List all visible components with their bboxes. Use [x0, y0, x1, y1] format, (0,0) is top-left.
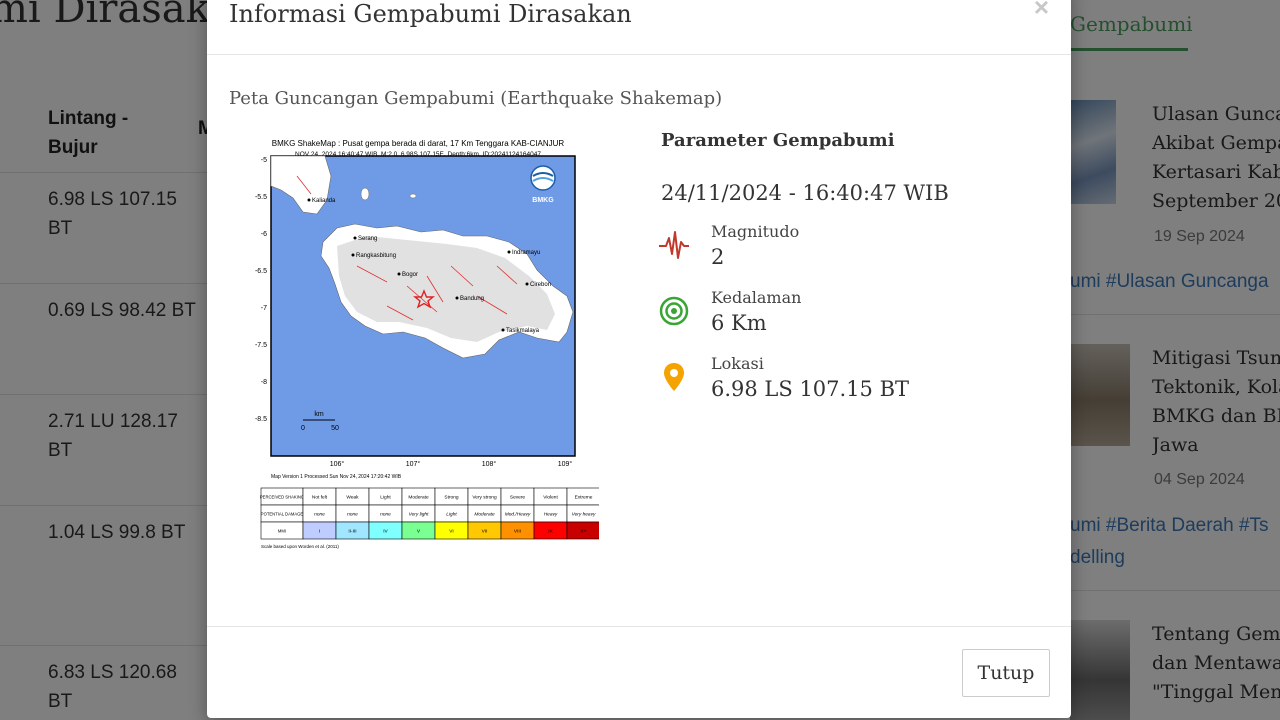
- city-label: Kalianda: [312, 198, 336, 204]
- legend-cell-text: Moderate: [408, 495, 429, 501]
- city-label: Tasikmalaya: [506, 328, 540, 334]
- scale-label: km: [314, 411, 324, 418]
- modal-title: Informasi Gempabumi Dirasakan: [229, 0, 632, 28]
- shakemap-caption-1: BMKG ShakeMap : Pusat gempa berada di da…: [272, 139, 565, 148]
- seismograph-icon: [659, 231, 689, 259]
- lon-tick: 108°: [482, 460, 497, 468]
- city-dot: [397, 272, 401, 276]
- legend-cell-text: none: [347, 513, 358, 518]
- city-dot: [351, 253, 355, 257]
- city-label: Rangkasbitung: [356, 253, 396, 259]
- depth-target-icon: [659, 296, 689, 326]
- map-island: [409, 193, 417, 199]
- location-value: 6.98 LS 107.15 BT: [711, 377, 910, 401]
- city-dot: [507, 250, 511, 254]
- scale-tick: 50: [331, 425, 339, 432]
- legend-footnote: Scale based upon Worden et al. (2011): [261, 544, 339, 549]
- magnitude-label: Magnitudo: [711, 222, 800, 241]
- shakemap-heading: Peta Guncangan Gempabumi (Earthquake Sha…: [229, 88, 723, 109]
- depth-value: 6 Km: [711, 311, 767, 335]
- lat-tick: -6.5: [255, 268, 267, 275]
- legend-cell-text: Mod./Heavy: [505, 512, 531, 518]
- lat-tick: -8: [261, 379, 267, 386]
- lat-tick: -7: [261, 305, 267, 312]
- close-icon[interactable]: ×: [1034, 0, 1049, 23]
- legend-cell-text: Very strong: [472, 495, 497, 501]
- legend-cell-text: Very light: [409, 512, 429, 518]
- legend-cell-text: IX: [548, 529, 553, 535]
- city-dot: [307, 198, 311, 202]
- legend-row-label: POTENTIAL DAMAGE: [261, 512, 304, 517]
- city-dot: [455, 296, 459, 300]
- earthquake-info-modal: Informasi Gempabumi Dirasakan × Peta Gun…: [207, 0, 1071, 718]
- map-version-note: Map Version 1 Processed Sun Nov 24, 2024…: [271, 474, 402, 480]
- city-label: Bandung: [460, 296, 484, 302]
- shakemap-image[interactable]: BMKG ShakeMap : Pusat gempa berada di da…: [237, 136, 601, 566]
- legend-cell-text: X+: [580, 529, 586, 535]
- modal-footer: Tutup: [207, 626, 1071, 718]
- legend-cell-text: IV: [383, 529, 388, 535]
- legend-row-label: MMI: [278, 529, 286, 534]
- shakemap-legend: PERCEIVED SHAKING Not felt Weak Light Modera…: [260, 487, 601, 540]
- legend-cell-text: Strong: [444, 495, 458, 501]
- legend-cell-text: I: [319, 529, 320, 535]
- city-label: Cirebon: [530, 282, 551, 288]
- param-magnitude: Magnitudo 2: [657, 222, 1037, 282]
- city-label: Indramayu: [512, 250, 540, 256]
- legend-cell-text: Light: [380, 495, 391, 501]
- legend-cell-text: none: [380, 513, 391, 518]
- legend-cell-text: VII: [482, 529, 488, 535]
- legend-cell-text: Weak: [346, 495, 359, 501]
- city-dot: [353, 236, 357, 240]
- location-label: Lokasi: [711, 354, 764, 373]
- legend-cell-text: VI: [449, 529, 454, 535]
- lat-tick: -7.5: [255, 342, 267, 349]
- legend-cell-text: Very heavy: [572, 512, 596, 518]
- legend-cell-text: Moderate: [474, 512, 495, 518]
- legend-cell-text: Heavy: [544, 512, 558, 518]
- legend-cell-text: Not felt: [312, 495, 328, 501]
- lon-tick: 109°: [558, 460, 573, 468]
- lat-tick: -5.5: [255, 194, 267, 201]
- bmkg-logo-text: BMKG: [532, 197, 554, 204]
- depth-label: Kedalaman: [711, 288, 802, 307]
- lat-tick: -5: [261, 157, 267, 164]
- scale-tick: 0: [301, 425, 305, 432]
- legend-cell-text: II-III: [348, 529, 356, 535]
- lat-tick: -6: [261, 231, 267, 238]
- parameter-heading: Parameter Gempabumi: [661, 130, 895, 151]
- lat-tick: -8.5: [255, 416, 267, 423]
- param-location: Lokasi 6.98 LS 107.15 BT: [657, 354, 1037, 414]
- city-label: Serang: [358, 236, 377, 242]
- legend-cell-text: Severe: [510, 495, 526, 501]
- modal-header: Informasi Gempabumi Dirasakan ×: [207, 0, 1071, 55]
- legend-cell-text: Light: [446, 512, 457, 518]
- shakemap-svg: BMKG ShakeMap : Pusat gempa berada di da…: [237, 136, 601, 566]
- city-dot: [501, 328, 505, 332]
- legend-cell-text: none: [314, 513, 325, 518]
- city-dot: [525, 282, 529, 286]
- magnitude-value: 2: [711, 245, 725, 269]
- param-depth: Kedalaman 6 Km: [657, 288, 1037, 348]
- close-button[interactable]: Tutup: [962, 649, 1050, 697]
- lon-tick: 107°: [406, 460, 421, 468]
- legend-row-label: PERCEIVED SHAKING: [260, 495, 304, 500]
- legend-cell-text: Violent: [543, 495, 558, 501]
- map-island: [360, 187, 370, 201]
- city-label: Bogor: [402, 272, 418, 278]
- location-pin-icon: [664, 363, 684, 391]
- lon-tick: 106°: [330, 460, 345, 468]
- event-datetime: 24/11/2024 - 16:40:47 WIB: [661, 181, 949, 205]
- legend-cell-text: Extreme: [575, 495, 593, 501]
- legend-cell-text: VIII: [514, 529, 521, 535]
